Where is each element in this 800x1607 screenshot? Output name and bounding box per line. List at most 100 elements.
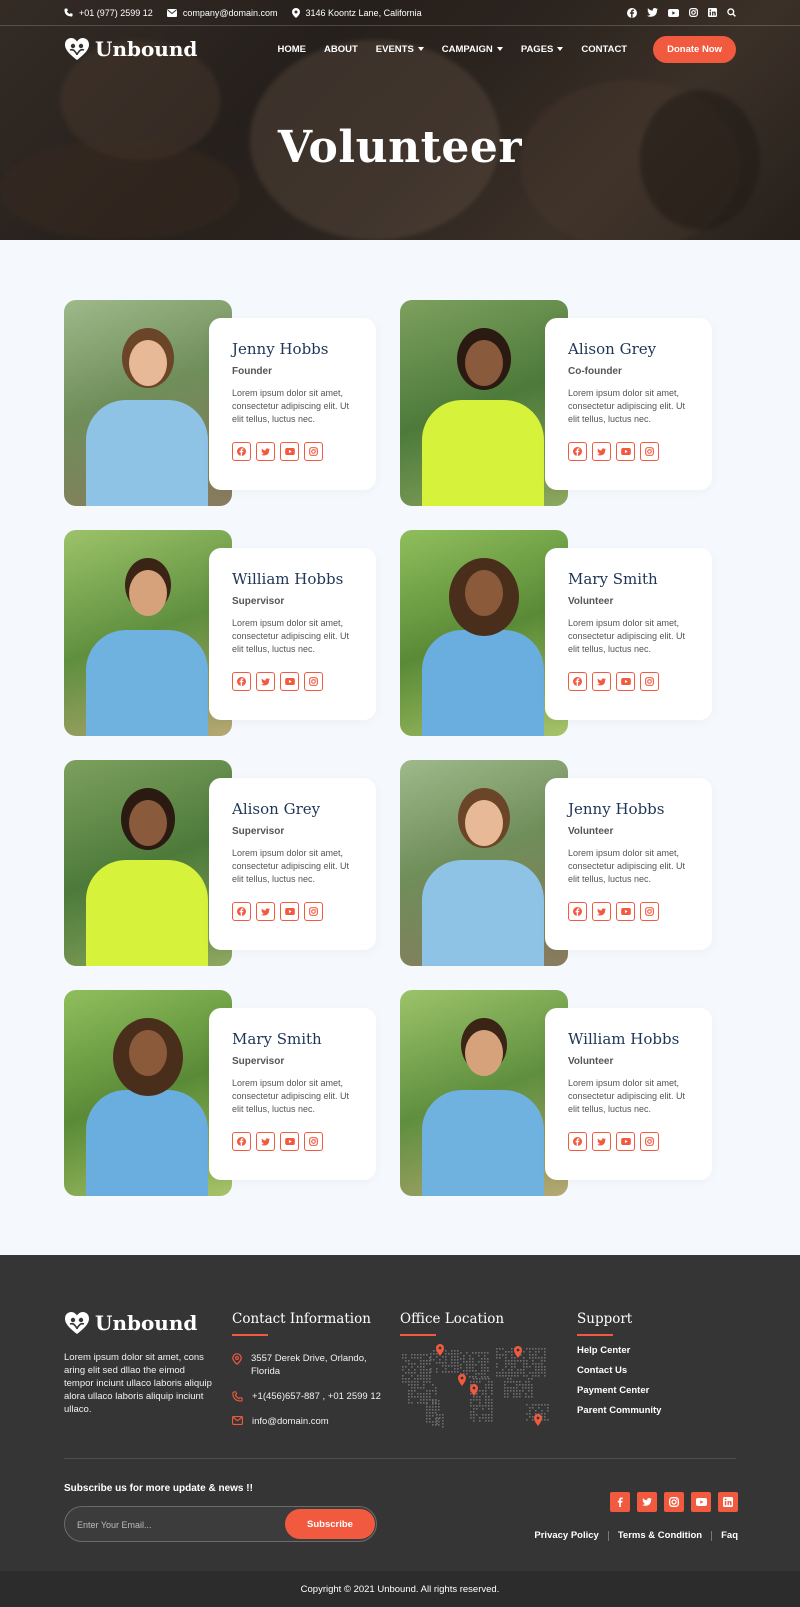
footer-phone[interactable]: +1(456)657-887 , +01 2599 12 xyxy=(232,1390,381,1403)
instagram-link[interactable] xyxy=(640,442,659,461)
search-icon[interactable] xyxy=(727,8,736,17)
instagram-link[interactable] xyxy=(304,902,323,921)
footer-twitter-button[interactable] xyxy=(637,1492,657,1512)
twitter-link[interactable] xyxy=(592,902,611,921)
nav-item-home[interactable]: HOME xyxy=(277,44,306,55)
youtube-icon[interactable] xyxy=(668,8,679,17)
twitter-link[interactable] xyxy=(256,1132,275,1151)
volunteer-card: William Hobbs Volunteer Lorem ipsum dolo… xyxy=(400,990,712,1196)
volunteer-name[interactable]: Alison Grey xyxy=(568,340,712,358)
youtube-link[interactable] xyxy=(616,672,635,691)
facebook-link[interactable] xyxy=(232,1132,251,1151)
twitter-icon[interactable] xyxy=(647,8,658,17)
youtube-link[interactable] xyxy=(280,1132,299,1151)
topbar-email[interactable]: company@domain.com xyxy=(166,8,278,18)
instagram-link[interactable] xyxy=(640,1132,659,1151)
volunteer-social-links xyxy=(232,1132,376,1151)
facebook-link[interactable] xyxy=(568,442,587,461)
instagram-icon xyxy=(309,677,318,686)
youtube-link[interactable] xyxy=(280,672,299,691)
instagram-link[interactable] xyxy=(640,672,659,691)
instagram-link[interactable] xyxy=(640,902,659,921)
facebook-link[interactable] xyxy=(568,902,587,921)
volunteer-name[interactable]: William Hobbs xyxy=(568,1030,712,1048)
instagram-link[interactable] xyxy=(304,442,323,461)
volunteer-photo[interactable] xyxy=(400,300,568,506)
nav-item-campaign[interactable]: CAMPAIGN xyxy=(442,44,503,55)
twitter-link[interactable] xyxy=(592,1132,611,1151)
footer-divider xyxy=(64,1458,736,1459)
caret-down-icon xyxy=(496,47,503,51)
volunteer-name[interactable]: William Hobbs xyxy=(232,570,376,588)
youtube-icon xyxy=(284,1138,295,1145)
volunteer-photo[interactable] xyxy=(400,760,568,966)
subscribe-email-input[interactable] xyxy=(77,1517,267,1533)
volunteer-photo[interactable] xyxy=(64,300,232,506)
linkedin-icon[interactable] xyxy=(708,8,717,17)
twitter-link[interactable] xyxy=(256,442,275,461)
volunteer-photo[interactable] xyxy=(400,530,568,736)
nav-item-pages[interactable]: PAGES xyxy=(521,44,564,55)
footer-linkedin-button[interactable] xyxy=(718,1492,738,1512)
legal-link-faq[interactable]: Faq xyxy=(721,1530,738,1541)
support-link-payment-center[interactable]: Payment Center xyxy=(577,1385,661,1396)
footer-instagram-button[interactable] xyxy=(664,1492,684,1512)
youtube-link[interactable] xyxy=(616,1132,635,1151)
donate-now-button[interactable]: Donate Now xyxy=(653,35,736,63)
volunteer-role: Volunteer xyxy=(568,826,614,837)
facebook-link[interactable] xyxy=(568,1132,587,1151)
world-map-dots-icon xyxy=(402,1344,549,1428)
subscribe-button[interactable]: Subscribe xyxy=(285,1509,375,1539)
footer-youtube-button[interactable] xyxy=(691,1492,711,1512)
twitter-link[interactable] xyxy=(256,672,275,691)
facebook-icon xyxy=(237,447,246,456)
instagram-icon[interactable] xyxy=(689,8,698,17)
twitter-link[interactable] xyxy=(592,672,611,691)
nav-item-about[interactable]: ABOUT xyxy=(324,44,358,55)
volunteer-name[interactable]: Jenny Hobbs xyxy=(568,800,712,818)
volunteer-name[interactable]: Mary Smith xyxy=(568,570,712,588)
volunteer-name[interactable]: Mary Smith xyxy=(232,1030,376,1048)
copyright-bar: Copyright © 2021 Unbound. All rights res… xyxy=(0,1571,800,1607)
volunteer-name[interactable]: Alison Grey xyxy=(232,800,376,818)
legal-link-privacy-policy[interactable]: Privacy Policy xyxy=(534,1530,598,1541)
footer-facebook-button[interactable] xyxy=(610,1492,630,1512)
facebook-link[interactable] xyxy=(568,672,587,691)
facebook-link[interactable] xyxy=(232,902,251,921)
twitter-icon xyxy=(597,677,606,686)
location-pin-icon xyxy=(232,1353,242,1365)
volunteer-photo[interactable] xyxy=(400,990,568,1196)
instagram-icon xyxy=(645,447,654,456)
instagram-link[interactable] xyxy=(304,672,323,691)
twitter-link[interactable] xyxy=(256,902,275,921)
facebook-link[interactable] xyxy=(232,442,251,461)
youtube-link[interactable] xyxy=(280,902,299,921)
support-link-help-center[interactable]: Help Center xyxy=(577,1345,661,1356)
support-link-contact-us[interactable]: Contact Us xyxy=(577,1365,661,1376)
facebook-icon[interactable] xyxy=(627,7,637,18)
footer-brand-logo[interactable]: Unbound xyxy=(64,1310,197,1336)
footer-contact-column: Contact Information 3557 Derek Drive, Or… xyxy=(232,1311,381,1428)
legal-link-terms-condition[interactable]: Terms & Condition xyxy=(618,1530,702,1541)
volunteer-photo[interactable] xyxy=(64,990,232,1196)
title-underline xyxy=(400,1334,436,1336)
instagram-link[interactable] xyxy=(304,1132,323,1151)
twitter-link[interactable] xyxy=(592,442,611,461)
footer-email[interactable]: info@domain.com xyxy=(232,1415,381,1428)
volunteer-info-box: Mary Smith Volunteer Lorem ipsum dolor s… xyxy=(545,548,712,720)
brand-logo[interactable]: Unbound xyxy=(64,36,197,62)
volunteer-name[interactable]: Jenny Hobbs xyxy=(232,340,376,358)
youtube-link[interactable] xyxy=(616,442,635,461)
topbar-phone[interactable]: +01 (977) 2599 12 xyxy=(64,8,153,18)
facebook-link[interactable] xyxy=(232,672,251,691)
nav-item-events[interactable]: EVENTS xyxy=(376,44,424,55)
topbar-address-text: 3146 Koontz Lane, California xyxy=(305,7,422,18)
support-link-parent-community[interactable]: Parent Community xyxy=(577,1405,661,1416)
volunteer-photo[interactable] xyxy=(64,760,232,966)
nav-item-contact[interactable]: CONTACT xyxy=(581,44,627,55)
volunteer-photo[interactable] xyxy=(64,530,232,736)
footer-email-text: info@domain.com xyxy=(252,1416,329,1427)
youtube-link[interactable] xyxy=(616,902,635,921)
youtube-link[interactable] xyxy=(280,442,299,461)
volunteer-bio: Lorem ipsum dolor sit amet, consectetur … xyxy=(568,848,686,884)
